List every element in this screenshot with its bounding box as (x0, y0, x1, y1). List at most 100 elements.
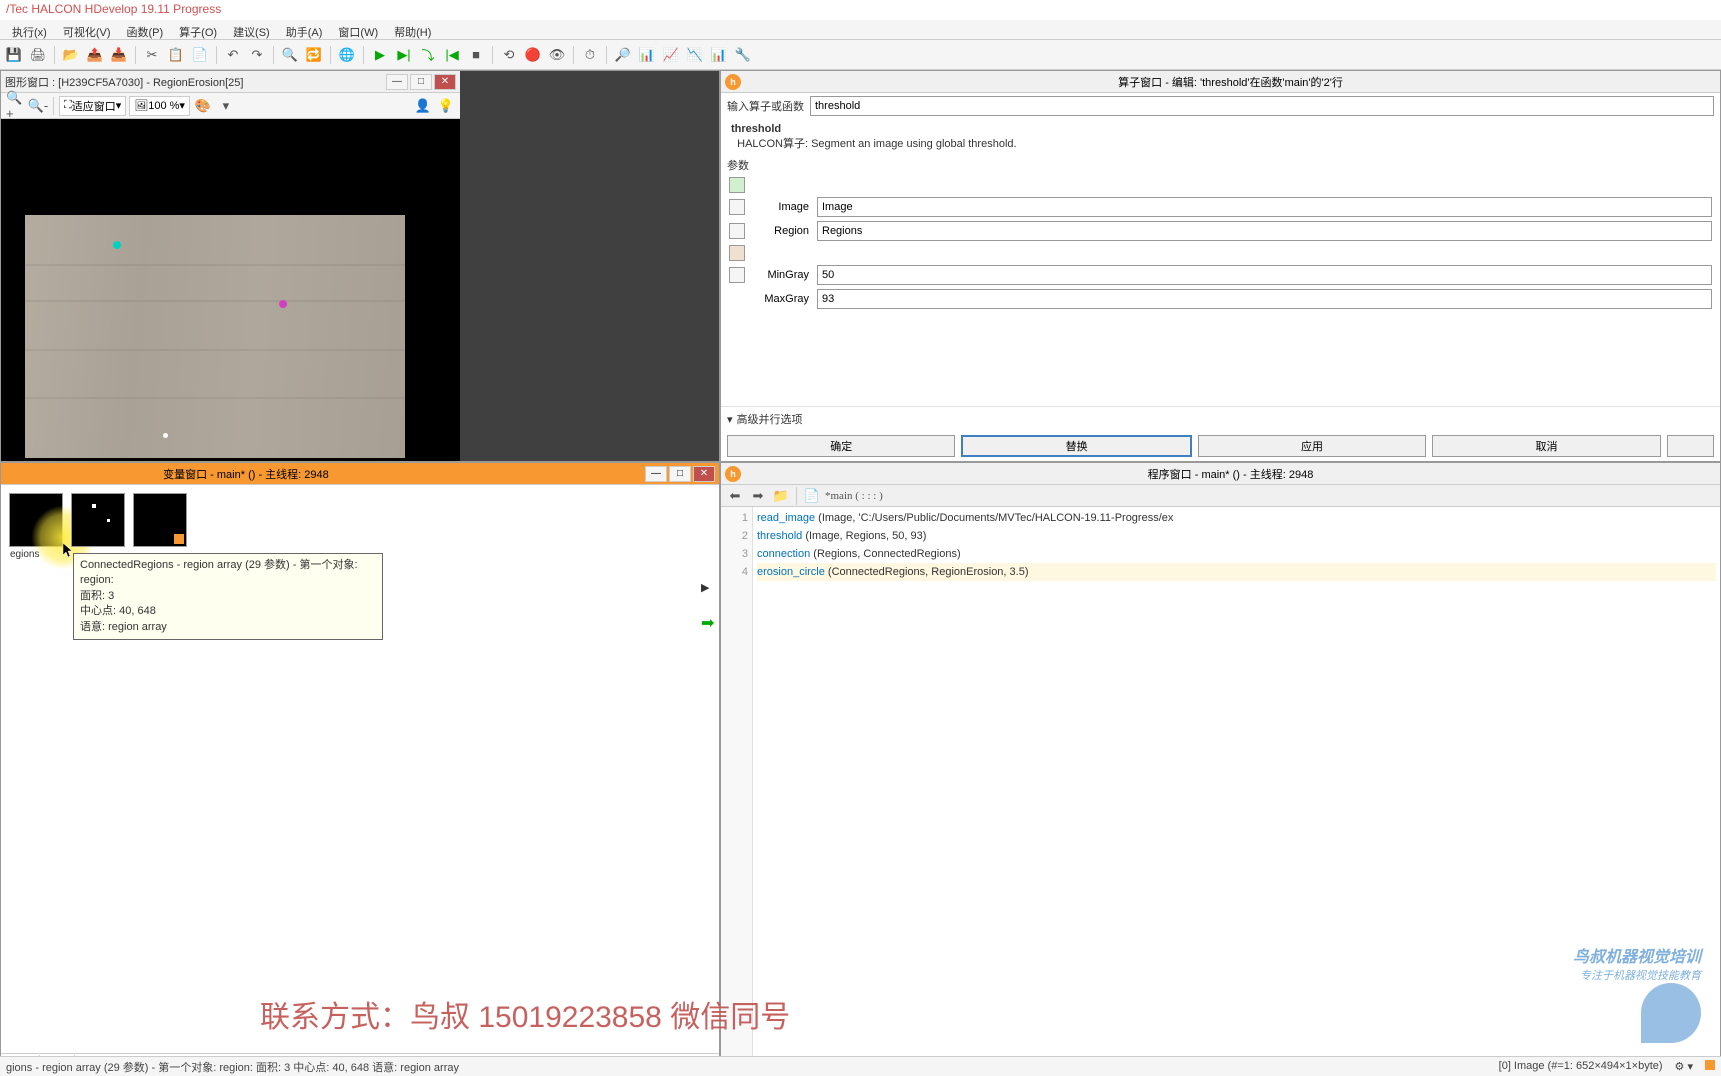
profile-icon[interactable]: 📈 (661, 45, 681, 65)
export-icon[interactable]: 📤 (85, 45, 105, 65)
up-icon[interactable]: 📁 (771, 486, 791, 506)
watermark-text: 联系方式：鸟叔 15019223858 微信同号 (260, 992, 790, 1036)
menu-item[interactable]: 窗口(W) (330, 22, 386, 37)
histogram-icon[interactable]: 📊 (637, 45, 657, 65)
tooltip: ConnectedRegions - region array (29 参数) … (73, 553, 383, 640)
variables-panel: 变量窗口 - main* () - 主线程: 2948 — □ ✕ egions (0, 462, 720, 1076)
separator (54, 46, 55, 64)
close-button[interactable]: ✕ (434, 74, 456, 90)
menu-item[interactable]: 帮助(H) (386, 22, 439, 37)
region-blob (113, 241, 121, 249)
variables-header: 变量窗口 - main* () - 主线程: 2948 — □ ✕ (1, 463, 719, 485)
separator (273, 46, 274, 64)
logo-icon (1641, 983, 1701, 1043)
advanced-options[interactable]: ▾ 高级并行选项 (721, 406, 1720, 431)
region-blob (279, 300, 287, 308)
separator (330, 46, 331, 64)
menu-item[interactable]: 可视化(V) (55, 22, 119, 37)
param-input-region[interactable] (817, 221, 1712, 241)
import-icon[interactable]: 📥 (109, 45, 129, 65)
status-right: [0] Image (#=1: 652×494×1×byte) (1499, 1060, 1663, 1073)
reset-icon[interactable]: ⟲ (499, 45, 519, 65)
menu-item[interactable]: 执行(x) (4, 22, 55, 37)
graphics-header: 图形窗口 : [H239CF5A7030] - RegionErosion[25… (1, 71, 460, 93)
step-over-icon[interactable]: ⤵ (418, 45, 438, 65)
variable-thumb[interactable] (71, 493, 125, 547)
graphics-title: 图形窗口 : [H239CF5A7030] - RegionErosion[25… (5, 74, 243, 90)
bulb-icon[interactable]: 💡 (436, 96, 456, 116)
inspect-icon[interactable]: 🔎 (613, 45, 633, 65)
graphics-canvas[interactable] (1, 119, 460, 461)
displayed-image (25, 215, 405, 458)
param-ctrl-icon (729, 245, 745, 261)
menu-item[interactable]: 函数(P) (119, 22, 172, 37)
timer-icon[interactable]: ⏱ (580, 45, 600, 65)
lut-icon[interactable]: 🔧 (733, 45, 753, 65)
separator (573, 46, 574, 64)
stop-icon[interactable]: ■ (466, 45, 486, 65)
replace-button[interactable]: 替换 (961, 435, 1191, 457)
open-icon[interactable]: 📂 (61, 45, 81, 65)
apply-button[interactable]: 应用 (1198, 435, 1426, 457)
operator-search-input[interactable] (810, 96, 1714, 116)
chevron-down-icon[interactable]: ▾ (216, 96, 236, 116)
replace-icon[interactable]: 🔁 (304, 45, 324, 65)
step-back-icon[interactable]: |◀ (442, 45, 462, 65)
redo-icon[interactable]: ↷ (247, 45, 267, 65)
param-input-maxgray[interactable] (817, 289, 1712, 309)
fit-combo[interactable]: ⛶ 适应窗口 ▾ (59, 96, 126, 116)
cut-icon[interactable]: ✂ (142, 45, 162, 65)
gear-icon[interactable]: ⚙ ▾ (1675, 1060, 1693, 1073)
param-out-icon (729, 223, 745, 239)
variable-thumb[interactable]: egions (9, 493, 63, 547)
gray-histo-icon[interactable]: 📊 (709, 45, 729, 65)
minimize-button[interactable]: — (386, 74, 408, 90)
undo-icon[interactable]: ↶ (223, 45, 243, 65)
cancel-button[interactable]: 取消 (1432, 435, 1660, 457)
logo: 鸟叔机器视觉培训 专注于机器视觉技能教育 (1573, 943, 1701, 1046)
forward-icon[interactable]: ➡ (748, 486, 768, 506)
watch-icon[interactable]: 👁 (547, 45, 567, 65)
zoom-combo[interactable]: 🖼 100 % ▾ (129, 96, 190, 116)
close-button[interactable]: ✕ (693, 466, 715, 482)
paste-icon[interactable]: 📄 (190, 45, 210, 65)
title-bar: /Tec HALCON HDevelop 19.11 Progress (0, 0, 1721, 20)
param-input-image[interactable] (817, 197, 1712, 217)
image-icon: 🖼 (134, 99, 148, 112)
feature-icon[interactable]: 📉 (685, 45, 705, 65)
zoom-out-icon[interactable]: 🔍- (28, 96, 48, 116)
save-icon[interactable]: 💾 (4, 45, 24, 65)
menu-item[interactable]: 算子(O) (171, 22, 225, 37)
back-icon[interactable]: ⬅ (725, 486, 745, 506)
extra-button[interactable] (1667, 435, 1714, 457)
graphics-secondary (460, 71, 719, 461)
tab-main[interactable]: *main ( : : : ) (825, 490, 883, 502)
maximize-button[interactable]: □ (410, 74, 432, 90)
variable-thumb[interactable] (133, 493, 187, 547)
file-icon[interactable]: 📄 (802, 486, 822, 506)
find-icon[interactable]: 🔍 (280, 45, 300, 65)
status-left: gions - region array (29 参数) - 第一个对象: re… (6, 1059, 459, 1075)
param-input-mingray[interactable] (817, 265, 1712, 285)
ok-button[interactable]: 确定 (727, 435, 955, 457)
hdevelop-icon: h (725, 466, 741, 482)
print-icon[interactable]: 🖨 (28, 45, 48, 65)
palette-icon[interactable]: 🎨 (193, 96, 213, 116)
globe-icon[interactable]: 🌐 (337, 45, 357, 65)
maximize-button[interactable]: □ (669, 466, 691, 482)
hdevelop-icon: h (725, 74, 741, 90)
assistant-icon[interactable]: 👤 (413, 96, 433, 116)
graphics-panel: 图形窗口 : [H239CF5A7030] - RegionErosion[25… (0, 70, 720, 462)
code-editor[interactable]: 1 2 3 4 ▶ ➡ read_image (Image, 'C:/Users… (721, 507, 1720, 1075)
breakpoint-icon[interactable]: 🔴 (523, 45, 543, 65)
run-icon[interactable]: ▶ (370, 45, 390, 65)
chevron-down-icon: ▾ (727, 413, 733, 426)
zoom-in-icon[interactable]: 🔍+ (5, 96, 25, 116)
copy-icon[interactable]: 📋 (166, 45, 186, 65)
separator (606, 46, 607, 64)
menu-item[interactable]: 建议(S) (225, 22, 278, 37)
minimize-button[interactable]: — (645, 466, 667, 482)
operator-name: threshold (731, 123, 781, 135)
menu-item[interactable]: 助手(A) (278, 22, 331, 37)
step-icon[interactable]: ▶| (394, 45, 414, 65)
